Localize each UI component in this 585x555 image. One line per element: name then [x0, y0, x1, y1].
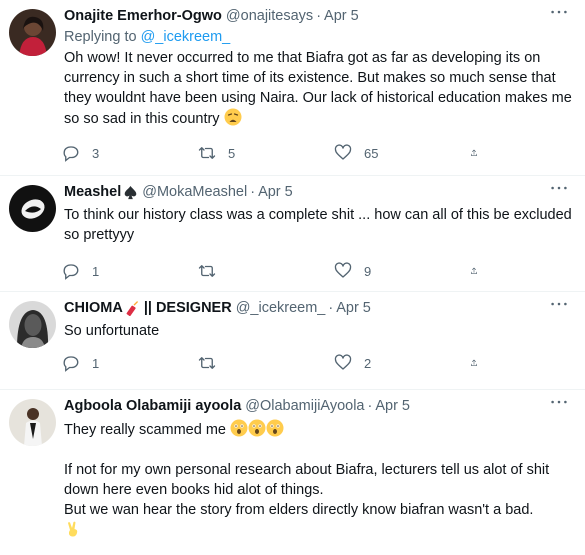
- like-count: 9: [364, 263, 372, 279]
- author-handle[interactable]: @MokaMeashel: [142, 184, 247, 200]
- tweet-actions: 1 2: [62, 353, 490, 373]
- share-button[interactable]: [470, 354, 490, 372]
- timestamp[interactable]: Apr 5: [375, 398, 410, 414]
- retweet-count: 5: [228, 145, 236, 161]
- astonished-face-emoji: [266, 419, 284, 437]
- avatar-image: [9, 301, 56, 348]
- author-name[interactable]: Onajite Emerhor-Ogwo: [64, 8, 222, 24]
- tweet-text-paragraph: If not for my own personal research abou…: [64, 462, 550, 498]
- author-handle[interactable]: @OlabamijiAyoola: [245, 398, 364, 414]
- separator-dot: ·: [367, 398, 373, 414]
- avatar-image: [9, 185, 56, 232]
- reply-button[interactable]: 1: [62, 354, 198, 372]
- astonished-face-emoji: [248, 419, 266, 437]
- like-button[interactable]: 65: [334, 144, 470, 162]
- retweet-button[interactable]: 5: [198, 144, 334, 162]
- retweet-button[interactable]: [198, 354, 334, 372]
- avatar[interactable]: [9, 185, 56, 232]
- like-button[interactable]: 9: [334, 262, 470, 280]
- share-icon: [471, 149, 477, 156]
- avatar-image: [9, 9, 56, 56]
- heart-icon: [334, 354, 352, 370]
- heart-icon: [334, 144, 352, 160]
- retweet-icon: [198, 147, 216, 159]
- tweet-text: To think our history class was a complet…: [64, 207, 572, 243]
- more-icon[interactable]: [549, 392, 569, 412]
- reply-count: 1: [92, 355, 100, 371]
- tweet-actions: 1 9: [62, 261, 490, 281]
- separator-dot: ·: [328, 300, 334, 316]
- author-name-suffix[interactable]: || DESIGNER: [144, 300, 232, 316]
- more-icon[interactable]: [549, 178, 569, 198]
- share-icon: [471, 267, 477, 274]
- retweet-icon: [198, 265, 216, 277]
- avatar[interactable]: [9, 9, 56, 56]
- avatar-image: [9, 399, 56, 446]
- reply-icon: [63, 146, 79, 162]
- like-count: 2: [364, 355, 372, 371]
- reply-icon: [63, 264, 79, 280]
- tweet-text: So unfortunate: [64, 323, 160, 339]
- tweet[interactable]: Onajite Emerhor-Ogwo @onajitesays · Apr …: [0, 0, 585, 176]
- tweet[interactable]: Agboola Olabamiji ayoola @OlabamijiAyool…: [0, 390, 585, 555]
- tweet[interactable]: Meashel @MokaMeashel · Apr 5 To think ou…: [0, 176, 585, 292]
- like-button[interactable]: 2: [334, 354, 470, 372]
- more-icon[interactable]: [549, 294, 569, 314]
- avatar[interactable]: [9, 301, 56, 348]
- share-icon: [471, 359, 477, 366]
- author-name[interactable]: Meashel: [64, 184, 121, 200]
- replying-to-label: Replying to: [64, 29, 137, 45]
- reply-button[interactable]: 3: [62, 144, 198, 162]
- tweet-actions: 3 5 65: [62, 143, 490, 163]
- spade-suit-emoji: [124, 185, 137, 199]
- reply-count: 3: [92, 145, 100, 161]
- author-name[interactable]: Agboola Olabamiji ayoola: [64, 398, 241, 414]
- victory-hand-emoji: [68, 521, 78, 537]
- separator-dot: ·: [316, 8, 322, 24]
- weary-face-emoji: [224, 108, 242, 126]
- tweet-text: Oh wow! It never occurred to me that Bia…: [64, 48, 573, 129]
- retweet-button[interactable]: [198, 262, 334, 280]
- timestamp[interactable]: Apr 5: [324, 8, 359, 24]
- heart-icon: [334, 262, 352, 278]
- replying-to-handle[interactable]: @_icekreem_: [141, 29, 231, 45]
- author-handle[interactable]: @_icekreem_: [236, 300, 326, 316]
- author-handle[interactable]: @onajitesays: [226, 8, 313, 24]
- retweet-icon: [198, 357, 216, 369]
- author-name[interactable]: CHIOMA: [64, 300, 123, 316]
- reply-icon: [63, 356, 79, 372]
- tweet-text-content: Oh wow! It never occurred to me that Bia…: [64, 50, 572, 127]
- share-button[interactable]: [470, 144, 490, 162]
- firecracker-emoji: [126, 300, 138, 316]
- tweet-text: They really scammed me: [64, 419, 573, 440]
- tweet-text-line: But we wan hear the story from elders di…: [64, 502, 534, 518]
- more-icon[interactable]: [549, 2, 569, 22]
- avatar[interactable]: [9, 399, 56, 446]
- timestamp[interactable]: Apr 5: [336, 300, 371, 316]
- replying-to: Replying to @_icekreem_: [64, 29, 573, 45]
- astonished-face-emoji: [230, 419, 248, 437]
- tweet-text-line: They really scammed me: [64, 422, 226, 438]
- separator-dot: ·: [250, 184, 256, 200]
- timestamp[interactable]: Apr 5: [258, 184, 293, 200]
- reply-button[interactable]: 1: [62, 262, 198, 280]
- share-button[interactable]: [470, 262, 490, 280]
- reply-count: 1: [92, 263, 100, 279]
- tweet[interactable]: CHIOMA || DESIGNER @_icekreem_ · Apr 5 S…: [0, 292, 585, 390]
- tweet-text-paragraph: But we wan hear the story from elders di…: [64, 500, 573, 541]
- like-count: 65: [364, 145, 379, 161]
